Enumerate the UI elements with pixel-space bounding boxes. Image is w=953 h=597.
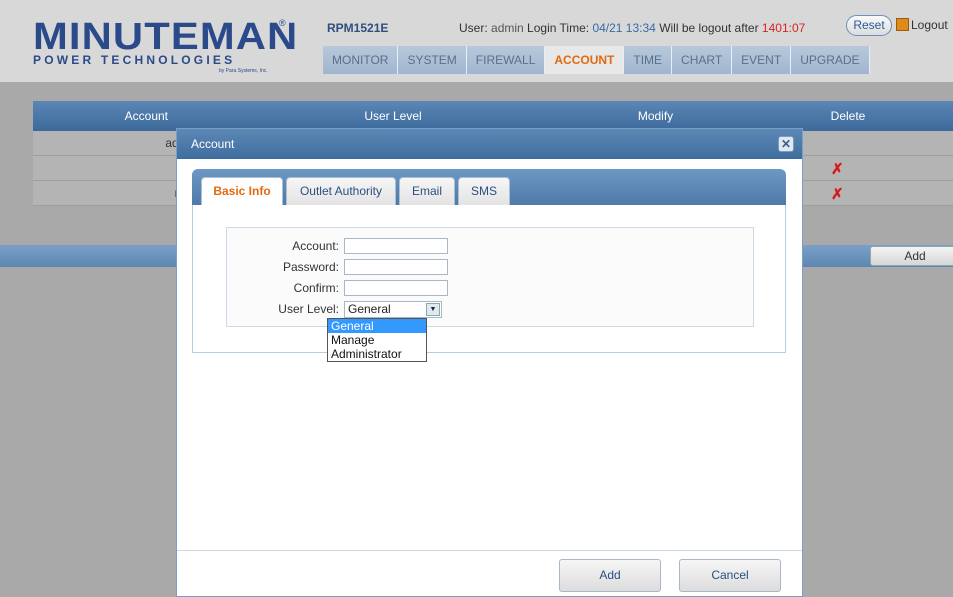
tab-basic-info[interactable]: Basic Info [201,177,283,205]
logout-label: Logout [911,18,948,32]
basic-info-panel: Account: Password: Confirm: User Level: … [192,205,786,353]
add-button[interactable]: Add [559,559,661,592]
account-label: Account: [292,239,339,253]
delete-icon[interactable]: ✗ [831,185,844,203]
dialog-tabs: Basic Info Outlet Authority Email SMS [192,169,786,205]
main-nav: MONITOR SYSTEM FIREWALL ACCOUNT TIME CHA… [323,46,870,74]
dialog-title: Account [191,137,235,151]
login-label: Login Time: [527,21,590,35]
confirm-input[interactable] [344,280,448,296]
delete-icon[interactable]: ✗ [831,160,844,178]
logo-subtitle: POWER TECHNOLOGIES [33,53,236,67]
column-header-modify: Modify [637,109,674,123]
chevron-down-icon[interactable]: ▼ [426,303,440,316]
tab-email[interactable]: Email [399,177,455,205]
user-level-dropdown: General Manage Administrator [327,318,427,362]
option-manage[interactable]: Manage [328,333,426,347]
option-general[interactable]: General [328,319,426,333]
session-status: User: admin Login Time: 04/21 13:34 Will… [459,21,805,35]
logout-label: Will be logout after [659,21,759,35]
column-header-user-level: User Level [364,109,422,123]
logo-tagline: by Para Systems, Inc. [219,68,268,74]
user-level-select[interactable]: General ▼ [344,301,442,318]
logout-link[interactable]: Logout [896,18,948,32]
tab-outlet-authority[interactable]: Outlet Authority [286,177,396,205]
account-dialog: Account ✕ Basic Info Outlet Authority Em… [176,128,803,597]
password-row: Password: [227,257,527,277]
device-model: RPM1521E [327,21,389,35]
tab-account[interactable]: ACCOUNT [545,46,625,74]
tab-chart[interactable]: CHART [672,46,733,74]
reset-button[interactable]: Reset [846,15,892,36]
tab-time[interactable]: TIME [624,46,673,74]
tab-upgrade[interactable]: UPGRADE [791,46,870,74]
column-header-account: Account [124,109,168,123]
user-level-row: User Level: General ▼ [227,299,527,319]
registered-mark: ® [279,18,286,28]
user-level-label: User Level: [278,302,339,316]
password-input[interactable] [344,259,448,275]
account-input[interactable] [344,238,448,254]
logo-wordmark: MINUTEMAN [33,16,299,58]
logout-icon [896,18,909,31]
minuteman-logo: MINUTEMAN ® POWER TECHNOLOGIES by Para S… [33,18,297,74]
column-header-delete: Delete [830,109,866,123]
confirm-row: Confirm: [227,278,527,298]
user-label: User: [459,21,488,35]
tab-system[interactable]: SYSTEM [398,46,467,74]
login-time: 04/21 13:34 [592,21,656,35]
cancel-button[interactable]: Cancel [679,559,781,592]
tab-firewall[interactable]: FIREWALL [466,46,546,74]
user-name: admin [491,21,524,35]
dialog-footer: Add Cancel [177,550,802,597]
tab-event[interactable]: EVENT [732,46,792,74]
dialog-titlebar: Account ✕ [177,129,802,159]
add-account-button[interactable]: Add [870,246,953,266]
close-icon[interactable]: ✕ [778,136,794,152]
confirm-label: Confirm: [293,281,339,295]
logout-countdown: 1401:07 [761,21,806,35]
option-administrator[interactable]: Administrator [328,347,426,361]
user-level-value: General [348,302,391,316]
header: MINUTEMAN ® POWER TECHNOLOGIES by Para S… [0,0,953,82]
tab-sms[interactable]: SMS [458,177,510,205]
table-header: Account User Level Modify Delete [33,101,953,131]
account-row: Account: [227,236,527,256]
password-label: Password: [282,260,339,274]
account-form: Account: Password: Confirm: User Level: … [226,227,754,327]
tab-monitor[interactable]: MONITOR [323,46,399,74]
